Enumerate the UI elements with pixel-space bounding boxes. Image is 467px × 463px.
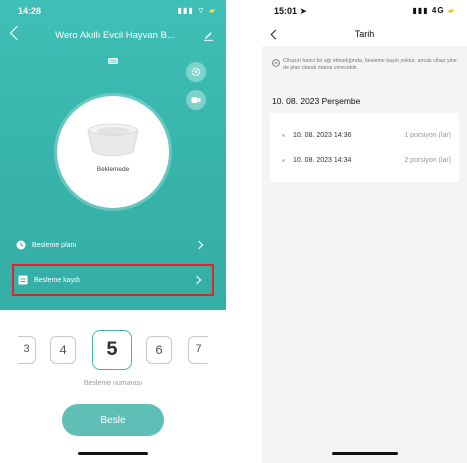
signal-wifi-indicator: ▮▮▮ ⌔ — [177, 6, 206, 15]
chevron-right-icon — [192, 275, 202, 285]
gear-icon — [191, 67, 201, 77]
status-time-text: 15:01 — [274, 6, 298, 16]
status-time: 15:01 ➤ — [274, 6, 308, 16]
bowl-status-display: Beklemede — [57, 96, 169, 208]
picker-option[interactable]: 3 — [18, 336, 36, 364]
menu-item-feeding-log[interactable]: Besleme kaydı — [12, 264, 214, 296]
info-note-text: Cihazın harici bir ağı olmadığında, besl… — [283, 58, 457, 72]
device-panel: 14:28 ▮▮▮ ⌔ ▰ Wero Akıllı Evcil Hayvan B… — [0, 0, 226, 310]
status-bar: 15:01 ➤ ▮▮▮ 4G ▰ — [262, 0, 467, 22]
right-phone-screen: 15:01 ➤ ▮▮▮ 4G ▰ Tarih Cihazın harici bi… — [262, 0, 467, 463]
info-note: Cihazın harici bir ağı olmadığında, besl… — [272, 58, 462, 72]
edit-icon[interactable] — [203, 30, 214, 41]
status-bar: 14:28 ▮▮▮ ⌔ ▰ — [0, 0, 226, 22]
date-heading: 10. 08. 2023 Perşembe — [272, 96, 361, 106]
record-dot — [282, 158, 285, 162]
picker-option-selected[interactable]: 5 — [92, 330, 132, 370]
page-title: Wero Akıllı Evcil Hayvan B... — [55, 30, 175, 41]
back-chevron-icon[interactable] — [9, 25, 25, 41]
menu-item-label: Besleme planı — [32, 241, 77, 249]
record-portion: 2 porsiyon (lar) — [404, 156, 451, 164]
info-icon — [272, 59, 280, 67]
bowl-status-label: Beklemede — [96, 166, 130, 173]
feeding-number-picker[interactable]: 3 4 5 6 7 — [0, 330, 226, 370]
status-time: 14:28 — [18, 6, 42, 16]
home-indicator[interactable] — [332, 452, 398, 455]
record-time: 10. 08. 2023 14:34 — [293, 156, 352, 164]
picker-caption: Besleme numarası — [83, 380, 143, 387]
signal-indicator: ▮▮▮ 4G — [412, 6, 445, 15]
header: 15:01 ➤ ▮▮▮ 4G ▰ Tarih — [262, 0, 467, 46]
left-phone-screen: 14:28 ▮▮▮ ⌔ ▰ Wero Akıllı Evcil Hayvan B… — [0, 0, 226, 463]
list-icon — [18, 275, 28, 285]
status-icons: ▮▮▮ ⌔ ▰ — [178, 6, 216, 16]
bowl-icon — [87, 123, 139, 157]
page-title: Tarih — [354, 29, 375, 39]
camera-button[interactable] — [186, 90, 206, 110]
chevron-right-icon — [194, 240, 204, 250]
menu-item-feeding-plan[interactable]: Besleme planı — [12, 232, 214, 258]
status-icons: ▮▮▮ 4G ▰ — [413, 6, 456, 15]
picker-option[interactable]: 6 — [146, 336, 172, 364]
feed-button[interactable]: Besle — [62, 404, 164, 436]
picker-option[interactable]: 7 — [188, 336, 208, 364]
menu-item-label: Besleme kaydı — [34, 276, 80, 284]
clock-icon — [16, 240, 26, 250]
device-battery-indicator — [108, 58, 118, 64]
feeding-record-row: 10. 08. 2023 14:34 2 porsiyon (lar) — [270, 138, 459, 182]
battery-icon: ▰ — [208, 6, 216, 15]
battery-icon: ▰ — [447, 6, 455, 15]
camera-icon — [191, 97, 201, 103]
picker-option[interactable]: 4 — [50, 336, 76, 364]
settings-button[interactable] — [186, 62, 206, 82]
record-dot — [282, 133, 285, 137]
home-indicator[interactable] — [78, 452, 148, 455]
